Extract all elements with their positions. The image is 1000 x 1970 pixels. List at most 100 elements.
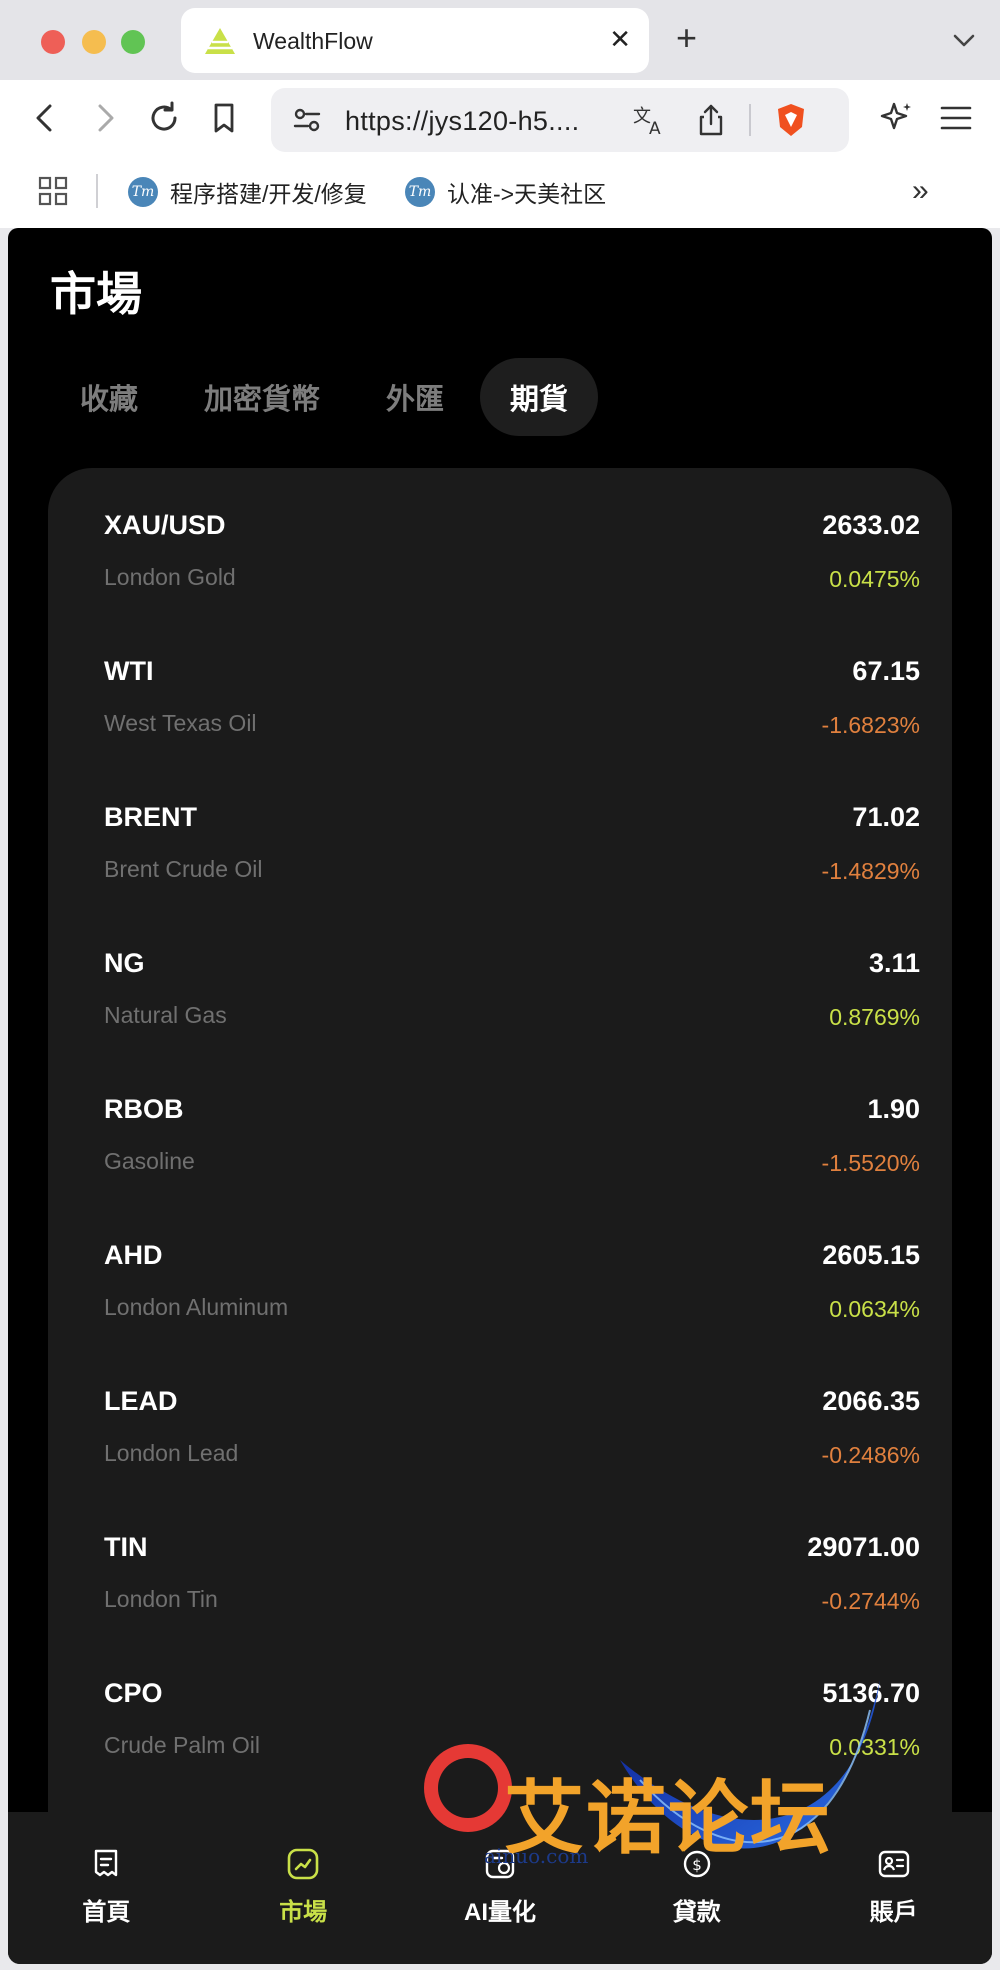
nav-ai-quant-label: AI量化 [463, 1899, 536, 1926]
market-price: 3.11 [868, 948, 920, 978]
more-bookmarks-icon[interactable]: » [912, 174, 929, 208]
menu-icon[interactable] [934, 96, 978, 140]
tab-futures[interactable]: 期貨 [480, 358, 599, 436]
market-price: 67.15 [852, 656, 920, 686]
market-name: West Texas Oil [104, 710, 257, 736]
market-price: 2066.35 [822, 1386, 920, 1416]
market-symbol: TIN [104, 1532, 148, 1562]
reload-icon[interactable] [142, 96, 186, 140]
bookmarks-bar: Tm 程序搭建/开发/修复 Tm 认准->天美社区 » [0, 160, 1000, 228]
market-name: Crude Palm Oil [104, 1732, 260, 1758]
market-symbol: BRENT [104, 802, 197, 832]
market-price: 71.02 [852, 802, 920, 832]
bookmark-favicon-icon: Tm [128, 177, 158, 207]
nav-account-label: 賬戶 [869, 1899, 918, 1926]
nav-loan[interactable]: $ 貸款 [598, 1812, 795, 1964]
nav-home-label: 首頁 [82, 1899, 131, 1926]
forward-icon[interactable] [82, 96, 126, 140]
market-name: London Aluminum [104, 1294, 289, 1320]
tab-title: WealthFlow [253, 28, 373, 54]
market-price: 1.90 [867, 1094, 920, 1124]
market-list: XAU/USD London Gold 2633.02 0.0475% WTI … [48, 468, 952, 1868]
browser-tab-strip: WealthFlow ✕ + [0, 0, 1000, 80]
market-name: Natural Gas [104, 1002, 227, 1028]
tab-list-chevron-icon[interactable] [948, 24, 980, 56]
home-icon [95, 1849, 118, 1877]
market-change: 0.0331% [829, 1734, 920, 1760]
wealthflow-logo-icon [205, 28, 235, 54]
app-viewport: 市場 收藏 加密貨幣 外匯 期貨 XAU/USD London Gold 263… [8, 228, 992, 1964]
category-tabs: 收藏 加密貨幣 外匯 期貨 [50, 358, 604, 436]
market-name: London Tin [104, 1586, 218, 1612]
market-price: 29071.00 [807, 1532, 920, 1562]
market-change: -1.5520% [821, 1150, 920, 1176]
bookmark-favicon-icon: Tm [405, 177, 435, 207]
account-card-icon [878, 1850, 909, 1878]
market-symbol: AHD [104, 1240, 163, 1270]
browser-tab-active[interactable]: WealthFlow ✕ [181, 8, 649, 73]
address-bar-divider [749, 104, 751, 136]
market-price: 2605.15 [822, 1240, 920, 1270]
tab-crypto[interactable]: 加密貨幣 [174, 358, 350, 436]
market-name: Gasoline [104, 1148, 195, 1174]
tab-close-icon[interactable]: ✕ [609, 24, 631, 54]
ai-sparkle-icon[interactable] [874, 96, 918, 140]
market-name: London Lead [104, 1440, 239, 1466]
nav-home[interactable]: 首頁 [8, 1812, 205, 1964]
site-settings-icon[interactable] [287, 100, 327, 140]
page-title: 市場 [50, 268, 142, 320]
brave-shield-icon[interactable] [771, 100, 811, 140]
window-minimize-button[interactable] [82, 30, 106, 54]
window-zoom-button[interactable] [121, 30, 145, 54]
bookmark-item[interactable]: Tm 认准->天美社区 [405, 172, 606, 212]
loan-coin-icon: $ [683, 1850, 710, 1878]
new-tab-icon[interactable]: + [676, 18, 697, 58]
nav-account[interactable]: 賬戶 [795, 1812, 992, 1964]
bookmark-label: 程序搭建/开发/修复 [170, 181, 367, 207]
market-row[interactable]: LEAD London Lead 2066.35 -0.2486% [48, 1344, 952, 1490]
svg-text:A: A [649, 119, 661, 139]
market-row[interactable]: XAU/USD London Gold 2633.02 0.0475% [48, 468, 952, 614]
market-change: 0.8769% [829, 1004, 920, 1030]
market-symbol: RBOB [104, 1094, 184, 1124]
market-row[interactable]: BRENT Brent Crude Oil 71.02 -1.4829% [48, 760, 952, 906]
apps-grid-icon[interactable] [38, 176, 68, 206]
window-close-button[interactable] [41, 30, 65, 54]
nav-market-label: 市場 [279, 1899, 328, 1926]
market-symbol: XAU/USD [104, 510, 226, 540]
address-bar[interactable]: https://jys120-h5.... 文 A [271, 88, 849, 152]
market-row[interactable]: AHD London Aluminum 2605.15 0.0634% [48, 1198, 952, 1344]
back-icon[interactable] [24, 96, 68, 140]
market-row[interactable]: NG Natural Gas 3.11 0.8769% [48, 906, 952, 1052]
bookmark-icon[interactable] [202, 96, 246, 140]
url-text[interactable]: https://jys120-h5.... [345, 106, 579, 137]
bookmark-item[interactable]: Tm 程序搭建/开发/修复 [128, 172, 367, 212]
market-symbol: NG [104, 948, 145, 978]
market-row[interactable]: TIN London Tin 29071.00 -0.2744% [48, 1490, 952, 1636]
share-icon[interactable] [691, 100, 731, 140]
market-row[interactable]: WTI West Texas Oil 67.15 -1.6823% [48, 614, 952, 760]
bookmarks-divider [96, 174, 98, 208]
market-change: 0.0634% [829, 1296, 920, 1322]
market-price: 2633.02 [822, 510, 920, 540]
ai-quant-icon [485, 1849, 515, 1879]
translate-icon[interactable]: 文 A [629, 100, 669, 140]
market-price: 5136.70 [822, 1678, 920, 1708]
market-row[interactable]: RBOB Gasoline 1.90 -1.5520% [48, 1052, 952, 1198]
market-change: -1.6823% [821, 712, 920, 738]
tab-forex[interactable]: 外匯 [356, 358, 474, 436]
market-symbol: WTI [104, 656, 154, 686]
browser-toolbar: https://jys120-h5.... 文 A [0, 80, 1000, 160]
market-change: -1.4829% [821, 858, 920, 884]
market-row[interactable]: CPO Crude Palm Oil 5136.70 0.0331% [48, 1636, 952, 1782]
tab-favorites[interactable]: 收藏 [50, 358, 168, 436]
market-chart-icon [287, 1848, 319, 1880]
svg-text:$: $ [692, 1856, 702, 1874]
nav-loan-label: 貸款 [672, 1899, 721, 1926]
market-change: -0.2744% [821, 1588, 920, 1614]
bottom-navigation: 首頁 市場 AI量化 $ 貸款 賬戶 [8, 1812, 992, 1964]
nav-ai-quant[interactable]: AI量化 [402, 1812, 599, 1964]
market-change: 0.0475% [829, 566, 920, 592]
market-name: London Gold [104, 564, 236, 590]
nav-market[interactable]: 市場 [205, 1812, 402, 1964]
